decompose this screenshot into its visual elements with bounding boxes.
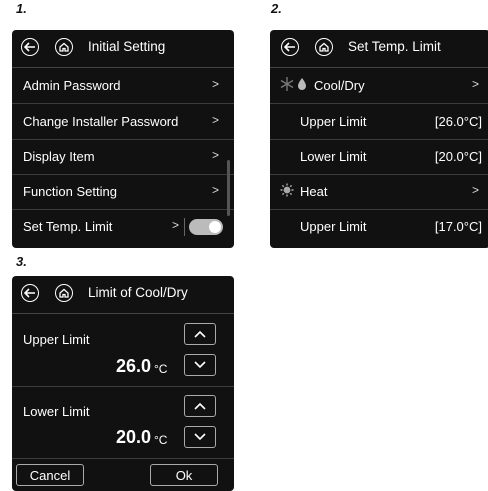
unit-label: °C bbox=[154, 362, 168, 376]
menu-item-change-installer-password[interactable]: Change Installer Password > bbox=[12, 104, 234, 140]
chevron-up-icon bbox=[194, 330, 206, 338]
chevron-right-icon: > bbox=[212, 183, 220, 197]
upper-decrease-button[interactable] bbox=[184, 354, 216, 376]
home-icon[interactable] bbox=[55, 284, 73, 302]
home-icon[interactable] bbox=[315, 38, 333, 56]
chevron-right-icon: > bbox=[212, 113, 220, 127]
water-drop-icon bbox=[297, 77, 307, 96]
lower-limit-value: 20.0 bbox=[116, 427, 152, 447]
menu-item-function-setting[interactable]: Function Setting > bbox=[12, 174, 234, 210]
upper-increase-button[interactable] bbox=[184, 323, 216, 345]
lower-increase-button[interactable] bbox=[184, 395, 216, 417]
panel-header: Set Temp. Limit bbox=[270, 30, 488, 68]
section-cool-dry[interactable]: Cool/Dry > bbox=[270, 68, 488, 104]
chevron-right-icon: > bbox=[472, 77, 480, 91]
step-label-1: 1. bbox=[16, 1, 27, 16]
upper-limit-value: 26.0 bbox=[116, 356, 152, 376]
menu-item-label: Change Installer Password bbox=[23, 114, 179, 129]
upper-limit-value: [26.0°C] bbox=[434, 114, 482, 129]
snowflake-icon bbox=[280, 76, 294, 97]
divider bbox=[184, 218, 185, 236]
cool-lower-limit-row[interactable]: Lower Limit [20.0°C] bbox=[270, 139, 488, 175]
ok-button[interactable]: Ok bbox=[150, 464, 218, 486]
menu-item-set-temp-limit[interactable]: Set Temp. Limit > bbox=[12, 209, 234, 244]
limit-of-cool-dry-panel: Limit of Cool/Dry Upper Limit 26.0 °C Lo… bbox=[12, 276, 234, 491]
unit-label: °C bbox=[154, 433, 168, 447]
chevron-down-icon bbox=[194, 361, 206, 369]
step-label-3: 3. bbox=[16, 254, 27, 269]
menu-item-label: Display Item bbox=[23, 149, 95, 164]
page-title: Limit of Cool/Dry bbox=[88, 285, 188, 300]
scrollbar-thumb[interactable] bbox=[227, 160, 230, 216]
section-heat[interactable]: Heat > bbox=[270, 174, 488, 210]
menu-item-label: Function Setting bbox=[23, 184, 117, 199]
divider bbox=[12, 386, 234, 387]
menu-item-label: Set Temp. Limit bbox=[23, 219, 113, 234]
lower-limit-label: Lower Limit bbox=[300, 149, 367, 164]
section-label: Cool/Dry bbox=[314, 78, 365, 93]
menu-item-label: Admin Password bbox=[23, 78, 121, 93]
cool-upper-limit-row[interactable]: Upper Limit [26.0°C] bbox=[270, 104, 488, 140]
section-label: Heat bbox=[300, 184, 328, 199]
divider bbox=[12, 458, 234, 459]
set-temp-limit-toggle[interactable] bbox=[189, 219, 223, 235]
panel-header: Initial Setting bbox=[12, 30, 234, 68]
upper-limit-label: Upper Limit bbox=[300, 114, 367, 129]
chevron-down-icon bbox=[194, 433, 206, 441]
page-title: Initial Setting bbox=[88, 39, 166, 54]
home-icon[interactable] bbox=[55, 38, 73, 56]
page-title: Set Temp. Limit bbox=[348, 39, 441, 54]
heat-upper-limit-row[interactable]: Upper Limit [17.0°C] bbox=[270, 209, 488, 244]
cancel-button[interactable]: Cancel bbox=[16, 464, 84, 486]
back-arrow-icon[interactable] bbox=[21, 284, 39, 302]
back-arrow-icon[interactable] bbox=[21, 38, 39, 56]
menu-item-display-item[interactable]: Display Item > bbox=[12, 139, 234, 175]
chevron-right-icon: > bbox=[212, 77, 220, 91]
back-arrow-icon[interactable] bbox=[281, 38, 299, 56]
chevron-right-icon: > bbox=[212, 148, 220, 162]
chevron-up-icon bbox=[194, 402, 206, 410]
set-temp-limit-panel: Set Temp. Limit Cool/Dry > Upper Limit [… bbox=[270, 30, 488, 248]
upper-limit-label: Upper Limit bbox=[300, 219, 367, 234]
step-label-2: 2. bbox=[271, 1, 282, 16]
initial-setting-panel: Initial Setting Admin Password > Change … bbox=[12, 30, 234, 248]
upper-limit-label: Upper Limit bbox=[23, 332, 90, 347]
panel-header: Limit of Cool/Dry bbox=[12, 276, 234, 314]
sun-icon bbox=[280, 183, 294, 202]
lower-limit-value: [20.0°C] bbox=[434, 149, 482, 164]
chevron-right-icon: > bbox=[472, 183, 480, 197]
lower-decrease-button[interactable] bbox=[184, 426, 216, 448]
lower-limit-label: Lower Limit bbox=[23, 404, 90, 419]
chevron-right-icon: > bbox=[172, 218, 180, 232]
menu-item-admin-password[interactable]: Admin Password > bbox=[12, 68, 234, 104]
upper-limit-value: [17.0°C] bbox=[434, 219, 482, 234]
